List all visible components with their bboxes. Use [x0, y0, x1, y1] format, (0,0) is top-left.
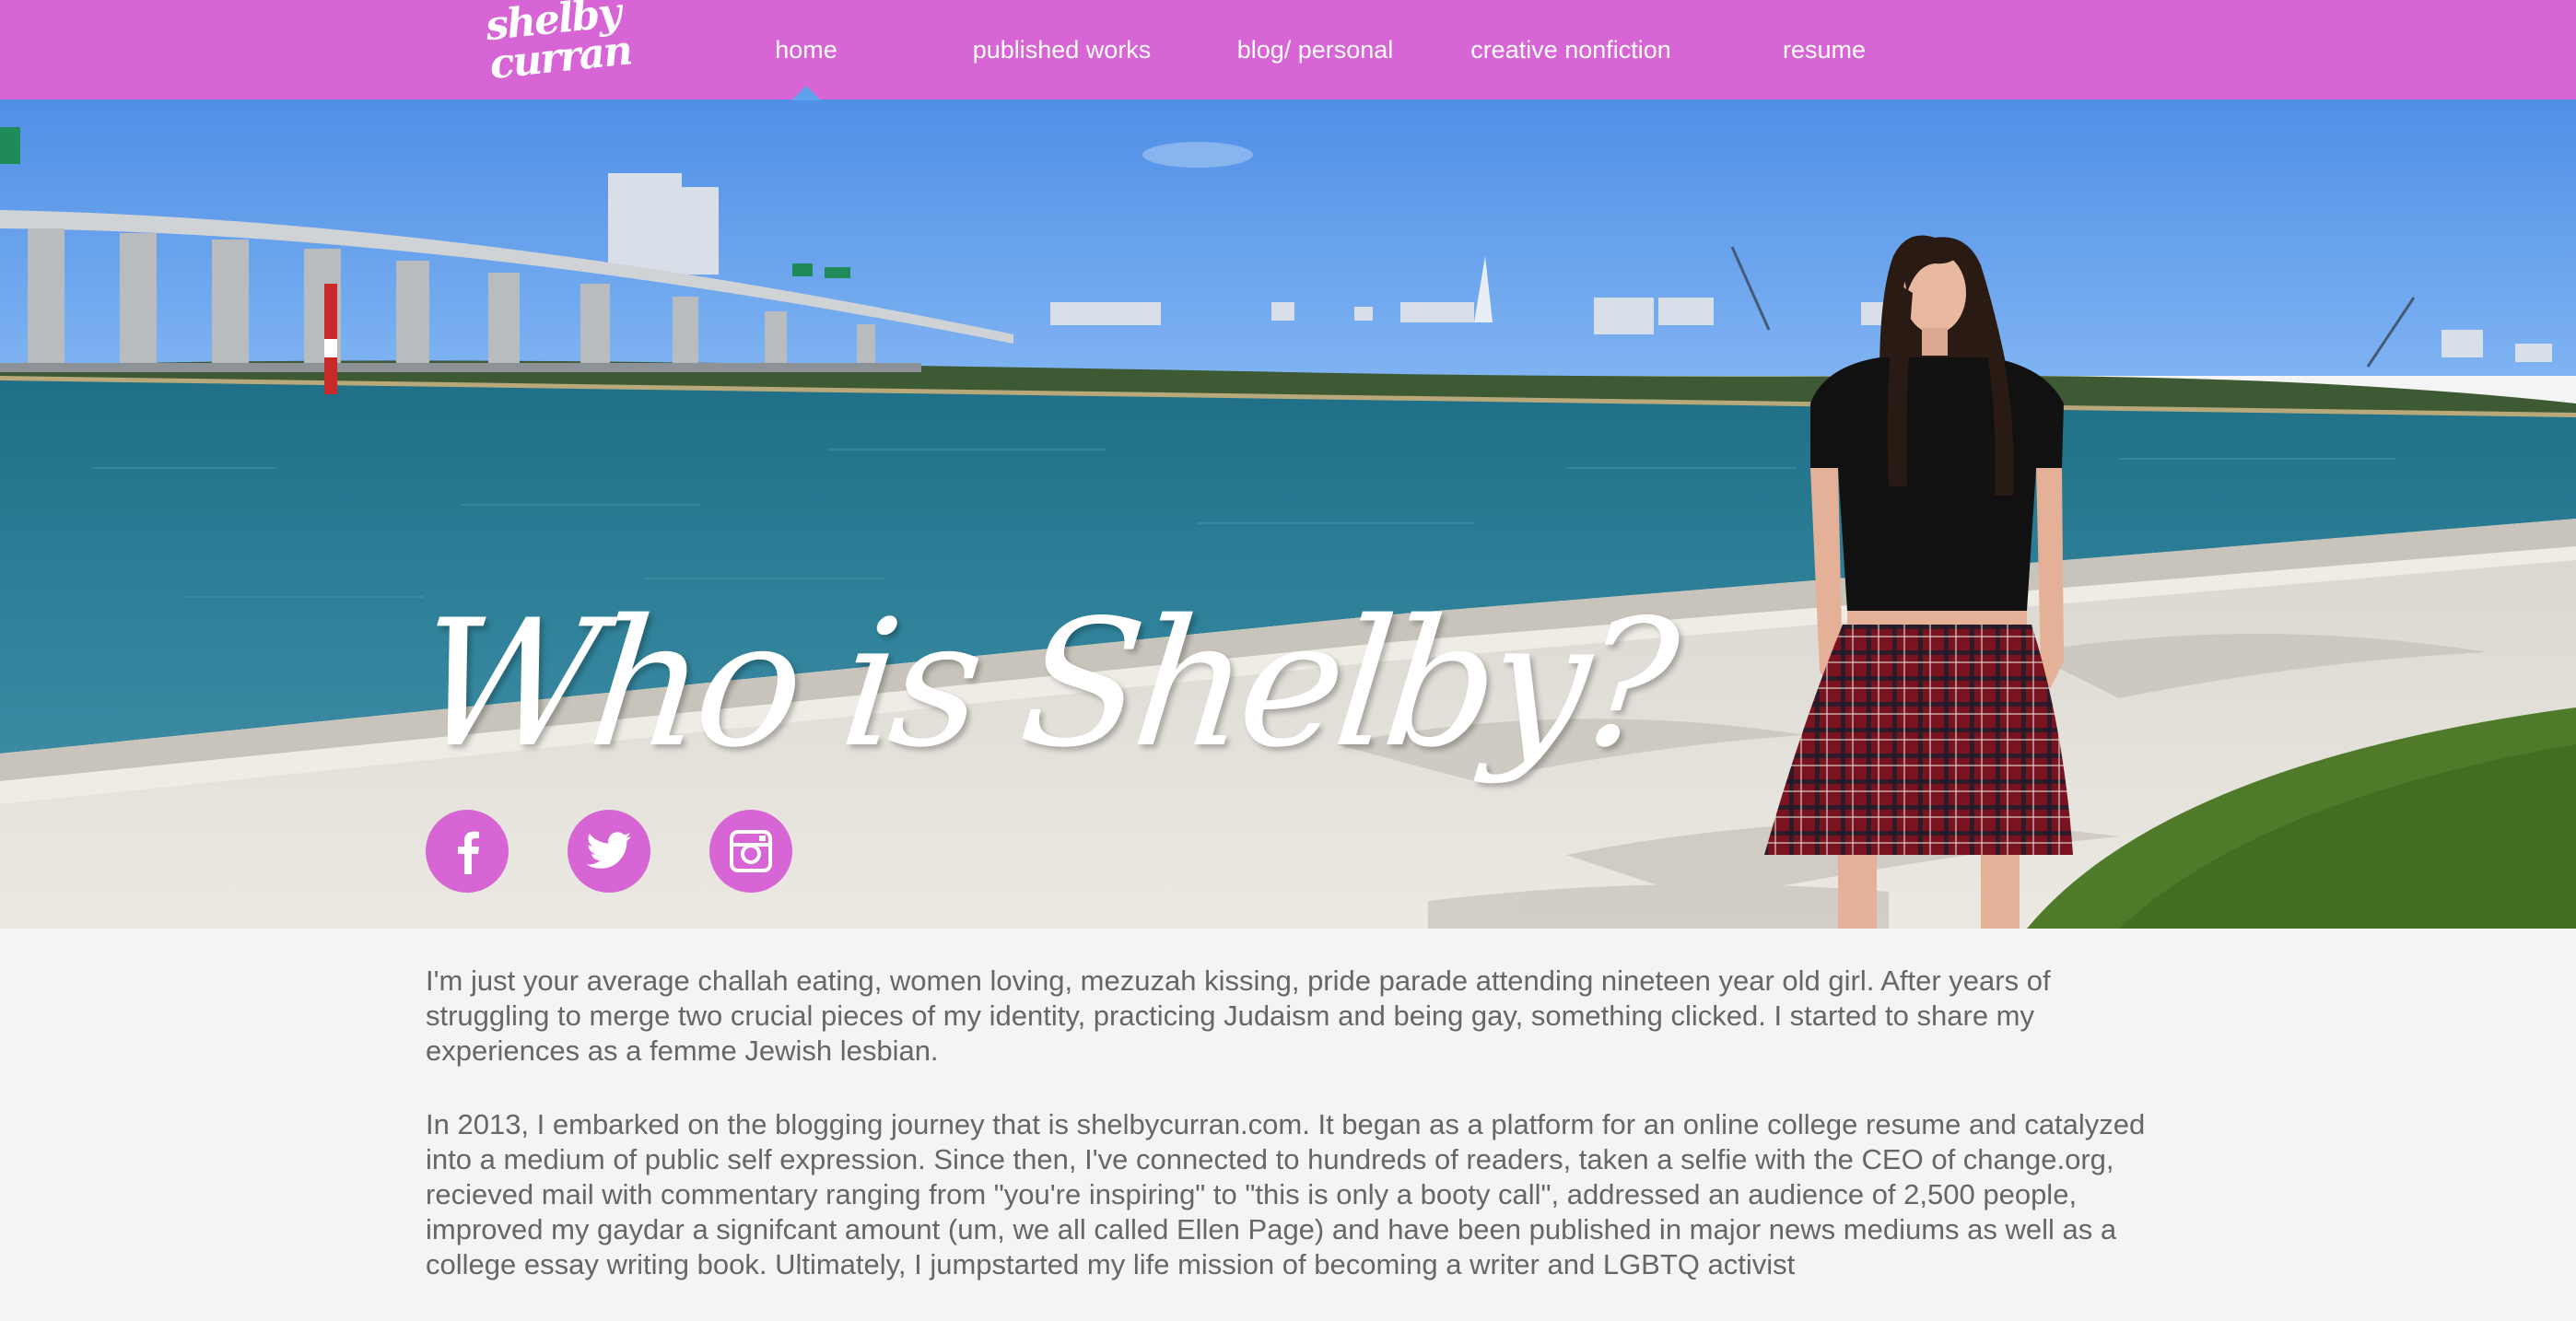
nav-item-creative-nonfiction[interactable]: creative nonfiction — [1456, 0, 1686, 99]
nav-item-label: creative nonfiction — [1470, 35, 1671, 64]
logo-line-2: curran — [487, 27, 634, 89]
nav-item-home[interactable]: home — [737, 0, 875, 100]
about-section: I'm just your average challah eating, wo… — [426, 964, 2158, 1321]
hero-banner: Who is Shelby? — [0, 99, 2576, 929]
twitter-button[interactable] — [568, 810, 650, 893]
nav-item-label: resume — [1782, 35, 1867, 64]
facebook-button[interactable] — [426, 810, 509, 893]
instagram-button[interactable] — [709, 810, 792, 893]
nav-item-label: home — [775, 35, 837, 64]
instagram-icon — [730, 830, 772, 872]
top-navbar: shelby curran home published works blog/… — [0, 0, 2576, 100]
nav-item-label: blog/ personal — [1236, 35, 1394, 64]
hero-title: Who is Shelby? — [408, 582, 1680, 786]
about-paragraph-1: I'm just your average challah eating, wo… — [426, 964, 2051, 1067]
nav-item-published-works[interactable]: published works — [949, 0, 1175, 99]
twitter-icon — [586, 832, 631, 869]
nav-item-resume[interactable]: resume — [1751, 0, 1898, 99]
hero-photo — [0, 99, 2576, 929]
nav-item-label: published works — [972, 35, 1152, 64]
facebook-icon — [458, 831, 479, 874]
site-logo[interactable]: shelby curran — [484, 0, 634, 97]
nav-item-blog-personal[interactable]: blog/ personal — [1216, 0, 1414, 99]
about-paragraph-2: In 2013, I embarked on the blogging jour… — [426, 1108, 2146, 1280]
